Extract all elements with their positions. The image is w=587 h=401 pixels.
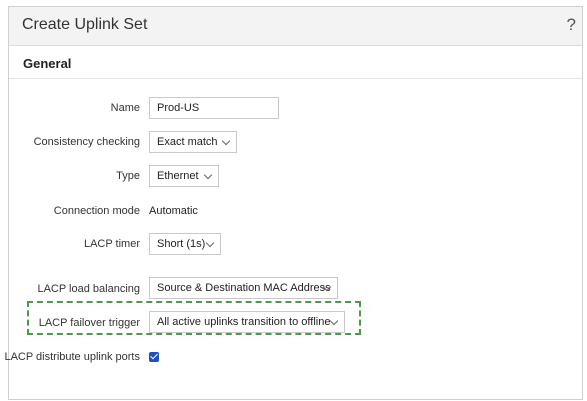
dialog-title: Create Uplink Set	[22, 16, 148, 33]
consistency-checking-select[interactable]: Exact match	[149, 131, 237, 153]
chevron-down-icon	[203, 170, 213, 180]
name-input[interactable]: Prod-US	[149, 97, 279, 119]
lacp-distribute-checkbox[interactable]	[149, 352, 159, 362]
lacp-distribute-label: LACP distribute uplink ports	[4, 351, 140, 363]
name-label: Name	[110, 102, 140, 114]
section-general: General	[9, 46, 582, 79]
help-icon[interactable]: ?	[567, 15, 576, 35]
connection-mode-label: Connection mode	[53, 205, 140, 217]
type-value: Ethernet	[157, 170, 199, 182]
consistency-checking-label: Consistency checking	[33, 136, 140, 148]
chevron-down-icon	[329, 316, 339, 326]
consistency-checking-value: Exact match	[157, 136, 218, 148]
lacp-load-balancing-value: Source & Destination MAC Address	[157, 282, 331, 294]
type-label: Type	[116, 170, 140, 182]
lacp-failover-trigger-value: All active uplinks transition to offline	[157, 316, 331, 328]
lacp-timer-label: LACP timer	[83, 238, 140, 250]
type-select[interactable]: Ethernet	[149, 165, 219, 187]
lacp-load-balancing-select[interactable]: Source & Destination MAC Address	[149, 277, 338, 299]
chevron-down-icon	[205, 238, 215, 248]
chevron-down-icon	[221, 136, 231, 146]
lacp-timer-value: Short (1s)	[157, 238, 206, 250]
connection-mode-value: Automatic	[149, 205, 198, 217]
dialog-header: Create Uplink Set ?	[9, 7, 582, 46]
lacp-load-balancing-label: LACP load balancing	[37, 283, 140, 295]
section-title: General	[23, 56, 72, 71]
create-uplink-set-dialog: Create Uplink Set ? General	[8, 6, 583, 400]
lacp-failover-trigger-label: LACP failover trigger	[38, 317, 140, 329]
lacp-timer-select[interactable]: Short (1s)	[149, 233, 221, 255]
lacp-failover-trigger-select[interactable]: All active uplinks transition to offline	[149, 311, 345, 333]
